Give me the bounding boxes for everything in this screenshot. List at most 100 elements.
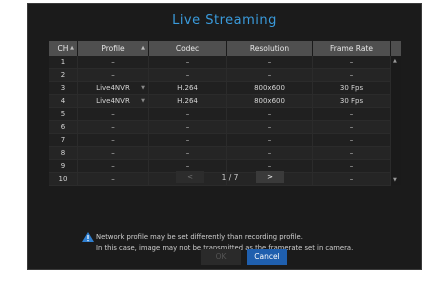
ch-cell-text: 10	[58, 175, 68, 183]
scroll-down-icon[interactable]: ▼	[393, 177, 397, 183]
warning-icon	[82, 232, 94, 242]
profile-cell-text: –	[111, 58, 115, 66]
resolution-cell: –	[227, 134, 313, 146]
header-frame-rate-label: Frame Rate	[330, 44, 373, 53]
ch-cell: 3	[49, 82, 78, 94]
ch-cell-text: 5	[60, 110, 66, 118]
header-ch[interactable]: CH ▲	[49, 41, 78, 56]
ch-cell-text: 9	[60, 162, 66, 170]
frame-rate-cell: –	[313, 173, 391, 185]
profile-cell[interactable]: –	[78, 108, 149, 120]
header-codec-label: Codec	[175, 44, 200, 53]
codec-cell-text: –	[185, 58, 190, 66]
table-row[interactable]: 7 – – – –	[49, 134, 391, 147]
ch-cell-text: 8	[60, 149, 66, 157]
profile-cell-text: –	[111, 123, 115, 131]
codec-cell-text: –	[185, 136, 190, 144]
table-header: CH ▲ Profile ▲ Codec Resolution Frame Rate	[49, 41, 401, 56]
codec-cell: –	[149, 147, 227, 159]
streaming-table: CH ▲ Profile ▲ Codec Resolution Frame Rate…	[49, 41, 401, 186]
profile-cell-text: –	[111, 149, 115, 157]
table-row[interactable]: 3 Live4NVR ▼ H.264 800x600 30 Fps	[49, 82, 391, 95]
frame-rate-cell: –	[313, 147, 391, 159]
header-profile[interactable]: Profile ▲	[78, 41, 149, 56]
codec-cell: –	[149, 69, 227, 81]
codec-cell: H.264	[149, 95, 227, 107]
page-indicator: 1 / 7	[221, 172, 239, 182]
frame-rate-cell-text: –	[349, 123, 354, 131]
resolution-cell-text: –	[267, 149, 272, 157]
codec-cell: –	[149, 134, 227, 146]
resolution-cell-text: –	[267, 58, 272, 66]
resolution-cell-text: –	[267, 110, 272, 118]
next-page-button[interactable]: >	[256, 171, 284, 183]
table-row[interactable]: 5 – – – –	[49, 108, 391, 121]
frame-rate-cell: –	[313, 121, 391, 133]
resolution-cell-text: –	[267, 136, 272, 144]
ch-cell-text: 7	[60, 136, 66, 144]
sort-icon: ▲	[70, 45, 74, 51]
frame-rate-cell: –	[313, 108, 391, 120]
codec-cell-text: –	[185, 149, 190, 157]
scroll-up-icon[interactable]: ▲	[393, 58, 397, 64]
dialog-title: Live Streaming	[172, 13, 277, 28]
codec-cell: –	[149, 108, 227, 120]
note-line-1: Network profile may be set differently t…	[96, 233, 303, 241]
table-row[interactable]: 2 – – – –	[49, 69, 391, 82]
profile-cell-text: –	[111, 175, 115, 183]
frame-rate-cell-text: –	[349, 136, 354, 144]
ch-cell-text: 4	[60, 97, 66, 105]
codec-cell-text: H.264	[177, 97, 198, 105]
resolution-cell-text: –	[267, 71, 272, 79]
ch-cell: 7	[49, 134, 78, 146]
table-row[interactable]: 1 – – – –	[49, 56, 391, 69]
profile-cell-text: –	[111, 110, 115, 118]
table-row[interactable]: 8 – – – –	[49, 147, 391, 160]
codec-cell-text: H.264	[177, 84, 198, 92]
profile-cell[interactable]: –	[78, 121, 149, 133]
profile-cell-text: –	[111, 71, 115, 79]
profile-cell[interactable]: Live4NVR ▼	[78, 82, 149, 94]
ok-button[interactable]: OK	[201, 249, 241, 265]
table-row[interactable]: 6 – – – –	[49, 121, 391, 134]
frame-rate-cell: –	[313, 56, 391, 68]
dropdown-arrow-icon[interactable]: ▼	[141, 82, 145, 94]
header-frame-rate: Frame Rate	[313, 41, 391, 56]
profile-cell[interactable]: –	[78, 134, 149, 146]
header-resolution: Resolution	[227, 41, 313, 56]
profile-cell-text: Live4NVR	[96, 84, 130, 92]
table-row[interactable]: 4 Live4NVR ▼ H.264 800x600 30 Fps	[49, 95, 391, 108]
resolution-cell-text: –	[267, 123, 272, 131]
codec-cell: H.264	[149, 82, 227, 94]
prev-page-button[interactable]: <	[176, 171, 204, 183]
resolution-cell-text: 800x600	[254, 84, 285, 92]
profile-cell-text: –	[111, 136, 115, 144]
profile-cell[interactable]: –	[78, 56, 149, 68]
profile-cell-text: –	[111, 162, 115, 170]
header-profile-label: Profile	[101, 44, 125, 53]
profile-cell[interactable]: –	[78, 173, 149, 185]
codec-cell-text: –	[185, 162, 190, 170]
ch-cell: 5	[49, 108, 78, 120]
sort-icon: ▲	[141, 45, 145, 51]
dropdown-arrow-icon[interactable]: ▼	[141, 95, 145, 107]
ch-cell: 4	[49, 95, 78, 107]
frame-rate-cell: 30 Fps	[313, 82, 391, 94]
table-scrollbar[interactable]: ▲ ▼	[391, 56, 401, 185]
frame-rate-cell-text: –	[349, 175, 354, 183]
profile-cell[interactable]: –	[78, 69, 149, 81]
profile-cell[interactable]: –	[78, 147, 149, 159]
codec-cell: –	[149, 56, 227, 68]
frame-rate-cell: –	[313, 134, 391, 146]
profile-cell[interactable]: –	[78, 160, 149, 172]
frame-rate-cell-text: 30 Fps	[339, 84, 364, 92]
profile-cell[interactable]: Live4NVR ▼	[78, 95, 149, 107]
resolution-cell-text: 800x600	[254, 97, 285, 105]
header-scroll-spacer	[391, 41, 401, 56]
frame-rate-cell: –	[313, 160, 391, 172]
codec-cell: –	[149, 121, 227, 133]
frame-rate-cell-text: –	[349, 110, 354, 118]
codec-cell-text: –	[185, 71, 190, 79]
frame-rate-cell: 30 Fps	[313, 95, 391, 107]
cancel-button[interactable]: Cancel	[247, 249, 287, 265]
